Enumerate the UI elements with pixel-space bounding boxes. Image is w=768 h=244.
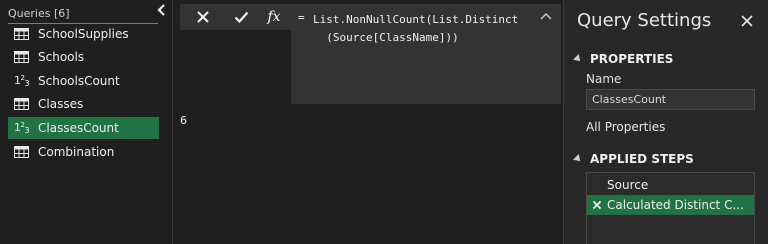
table-icon [14,51,36,63]
applied-steps-heading: APPLIED STEPS [590,152,694,166]
formula-text[interactable]: List.NonNullCount(List.Distinct (Source[… [313,11,533,47]
collapse-pane-button[interactable] [156,3,168,17]
query-item-label: Classes [38,97,84,111]
properties-section-header[interactable]: PROPERTIES [573,52,674,66]
formula-equals: = [298,11,305,24]
query-item-schools[interactable]: Schools [8,46,159,68]
expand-triangle-icon [573,154,583,164]
table-icon [14,98,36,110]
close-icon [197,11,209,23]
query-settings-pane: Query Settings PROPERTIES Name All Prope… [563,0,768,244]
number-icon: 123 [14,121,30,135]
fx-icon: fx [267,9,281,25]
applied-steps-section-header[interactable]: APPLIED STEPS [573,152,694,166]
applied-steps-list: Source Calculated Distinct C... [586,172,755,244]
result-value: 6 [180,114,187,127]
close-settings-button[interactable] [740,14,754,28]
queries-header: Queries [6] [8,7,158,24]
queries-pane: Queries [6] SchoolSupplies Schools 123 S… [0,0,173,244]
settings-title: Query Settings [577,10,712,31]
close-icon [741,15,753,27]
collapse-formula-button[interactable] [539,10,553,22]
formula-bar[interactable]: = List.NonNullCount(List.Distinct (Sourc… [291,4,561,104]
query-item-label: SchoolsCount [38,74,120,88]
query-item-label: ClassesCount [38,121,119,135]
all-properties-link[interactable]: All Properties [586,120,665,134]
expand-triangle-icon [573,54,583,64]
query-name-field[interactable] [586,89,755,110]
query-item-classescount[interactable]: 123 ClassesCount [8,117,159,139]
query-item-schoolscount[interactable]: 123 SchoolsCount [8,70,159,92]
number-icon: 123 [14,74,30,88]
step-item-source[interactable]: Source [587,175,754,195]
delete-x-icon [592,200,602,210]
chevron-up-icon [540,12,552,20]
table-icon [14,28,36,40]
commit-formula-button[interactable] [226,4,256,30]
query-item-label: SchoolSupplies [38,27,129,41]
table-icon [14,146,36,158]
query-item-schoolsupplies[interactable]: SchoolSupplies [8,23,159,45]
checkmark-icon [234,11,248,24]
step-item-calculated-distinct-count[interactable]: Calculated Distinct C... [587,195,754,215]
step-label: Source [607,178,649,192]
chevron-left-icon [157,4,165,16]
delete-step-button[interactable] [587,200,607,210]
properties-heading: PROPERTIES [590,52,674,66]
query-item-label: Schools [38,50,85,64]
step-label: Calculated Distinct C... [607,198,744,212]
query-item-combination[interactable]: Combination [8,141,159,163]
cancel-formula-button[interactable] [188,4,218,30]
insert-function-button[interactable]: fx [259,4,289,30]
query-item-label: Combination [38,145,115,159]
main-area: fx = List.NonNullCount(List.Distinct (So… [174,0,563,244]
query-item-classes[interactable]: Classes [8,93,159,115]
name-label: Name [586,72,622,86]
